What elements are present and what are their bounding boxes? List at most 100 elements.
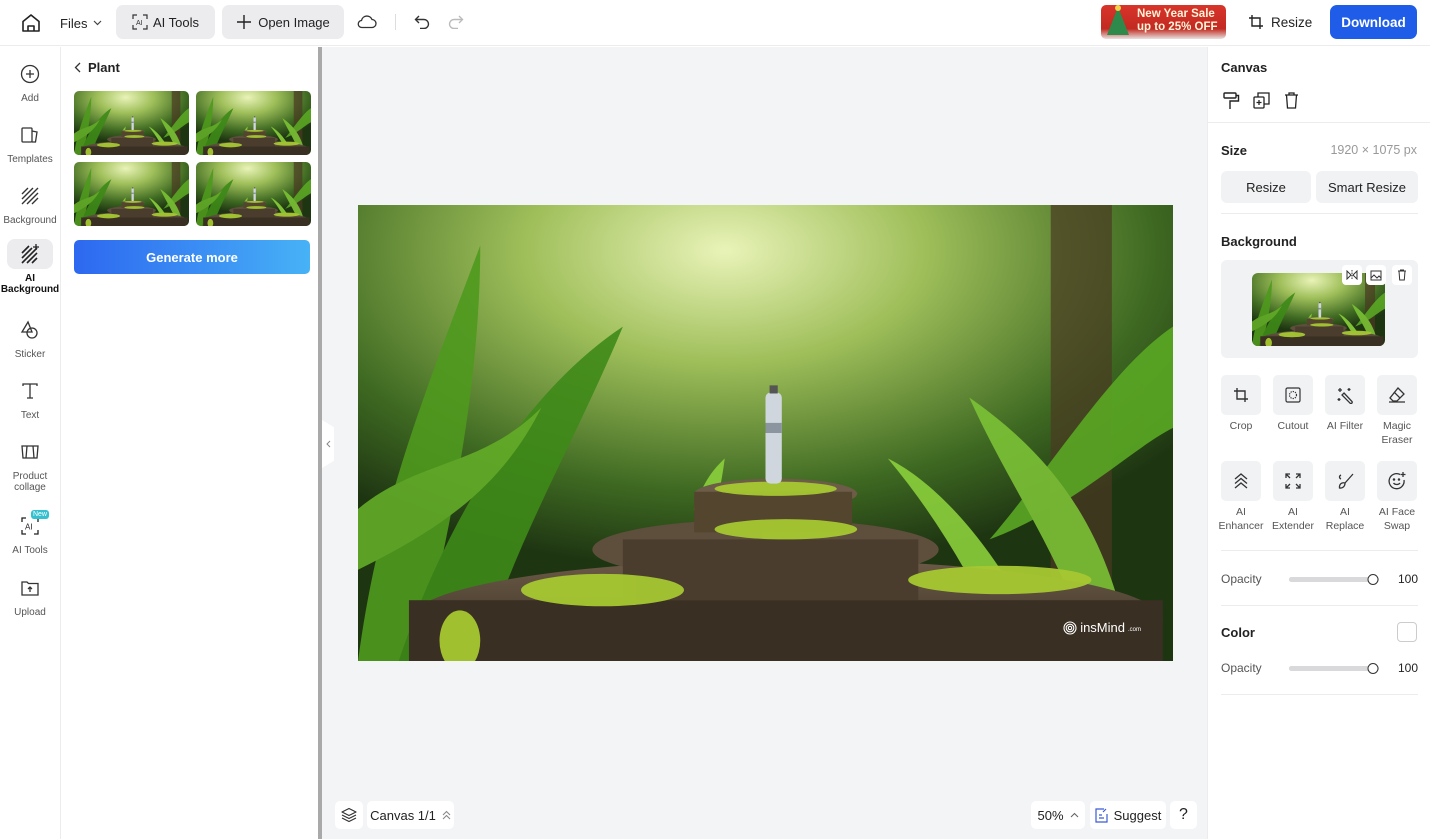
sidebar-item-ai-tools[interactable]: AI New AI Tools bbox=[0, 510, 60, 556]
plus-circle-icon bbox=[20, 64, 40, 84]
resize-canvas-button[interactable]: Resize bbox=[1221, 171, 1311, 203]
result-thumbnail-4[interactable] bbox=[196, 162, 311, 226]
suggest-button[interactable]: Suggest bbox=[1090, 801, 1166, 829]
duplicate-button[interactable] bbox=[1253, 92, 1270, 109]
jungle-scene-illustration bbox=[74, 162, 189, 226]
eraser-icon bbox=[1389, 387, 1405, 403]
generate-more-button[interactable]: Generate more bbox=[74, 240, 310, 274]
color-opacity-row: Opacity 100 bbox=[1221, 658, 1418, 678]
canvas-page-selector[interactable]: Canvas 1/1 bbox=[367, 801, 454, 829]
crop-resize-icon bbox=[1249, 15, 1263, 29]
open-image-button[interactable]: Open Image bbox=[222, 5, 344, 39]
sidebar-item-product-collage[interactable]: Product collage bbox=[0, 437, 60, 493]
jungle-scene-illustration bbox=[196, 91, 311, 155]
files-menu[interactable]: Files bbox=[60, 12, 102, 34]
background-preview-box bbox=[1221, 260, 1418, 358]
delete-canvas-button[interactable] bbox=[1284, 92, 1299, 109]
smart-resize-button[interactable]: Smart Resize bbox=[1316, 171, 1418, 203]
sidebar-item-background[interactable]: Background bbox=[0, 181, 60, 226]
scene-image bbox=[74, 91, 189, 155]
crop-tool[interactable]: Crop bbox=[1215, 375, 1267, 433]
panel-scrollbar[interactable] bbox=[318, 47, 322, 839]
opacity-value: 100 bbox=[1397, 661, 1418, 675]
svg-text:AI: AI bbox=[136, 20, 143, 27]
tool-label: Magic Eraser bbox=[1381, 420, 1413, 446]
sidebar-item-templates[interactable]: Templates bbox=[0, 120, 60, 165]
face-icon bbox=[1388, 472, 1406, 490]
result-thumbnail-1[interactable] bbox=[74, 91, 189, 155]
sidebar-item-label: Add bbox=[21, 93, 39, 104]
result-thumbnail-3[interactable] bbox=[74, 162, 189, 226]
watermark: insMind .com bbox=[1063, 620, 1141, 635]
jungle-scene-illustration bbox=[1252, 273, 1385, 346]
color-opacity-slider[interactable] bbox=[1289, 662, 1379, 674]
ai-tools-button[interactable]: AI AI Tools bbox=[116, 5, 215, 39]
chevron-double-up-icon bbox=[442, 810, 451, 820]
download-label: Download bbox=[1341, 14, 1406, 30]
replace-background-button[interactable] bbox=[1366, 265, 1386, 285]
canvas-section-title: Canvas bbox=[1221, 60, 1268, 75]
collapse-panel-handle[interactable] bbox=[322, 420, 334, 468]
sidebar-item-upload[interactable]: Upload bbox=[0, 573, 60, 618]
tool-label: AI Face Swap bbox=[1378, 506, 1416, 532]
scene-image bbox=[74, 162, 189, 226]
ai-face-swap-tool[interactable]: AI Face Swap bbox=[1371, 461, 1423, 533]
cutout-tool[interactable]: Cutout bbox=[1267, 375, 1319, 433]
plus-icon bbox=[237, 15, 252, 29]
enhance-chevrons-icon bbox=[1234, 473, 1248, 489]
chevron-left-icon bbox=[74, 62, 81, 73]
slider-knob[interactable] bbox=[1367, 573, 1379, 585]
sidebar-item-ai-background[interactable]: AI Background bbox=[0, 239, 60, 295]
delete-background-button[interactable] bbox=[1392, 265, 1412, 285]
sidebar-item-sticker[interactable]: Sticker bbox=[0, 315, 60, 360]
scene-image bbox=[1252, 273, 1385, 346]
canvas-workspace: insMind .com Canvas 1/1 50% Suggest ? bbox=[322, 47, 1207, 839]
slider-knob[interactable] bbox=[1367, 662, 1379, 674]
sidebar-item-text[interactable]: Text bbox=[0, 376, 60, 421]
background-thumbnail[interactable] bbox=[1252, 273, 1385, 346]
sidebar-item-label: AI Background bbox=[0, 273, 60, 295]
redo-button[interactable] bbox=[444, 11, 468, 33]
paint-roller-button[interactable] bbox=[1223, 92, 1240, 110]
tool-label: AI Extender bbox=[1271, 506, 1315, 532]
scene-image bbox=[358, 205, 1173, 661]
help-button[interactable]: ? bbox=[1170, 801, 1197, 829]
layers-button[interactable] bbox=[335, 801, 363, 829]
download-button[interactable]: Download bbox=[1330, 5, 1417, 39]
new-year-sale-banner[interactable]: New Year Sale up to 25% OFF bbox=[1101, 5, 1226, 39]
top-toolbar: Files AI AI Tools Open Image New Year Sa… bbox=[0, 0, 1430, 46]
watermark-suffix: .com bbox=[1127, 626, 1141, 633]
resize-button[interactable]: Resize bbox=[1248, 10, 1312, 34]
canvas-image[interactable]: insMind .com bbox=[358, 205, 1173, 661]
background-opacity-slider[interactable] bbox=[1289, 573, 1379, 585]
cloud-icon bbox=[357, 15, 377, 29]
chevron-up-icon bbox=[1070, 812, 1078, 818]
undo-button[interactable] bbox=[410, 11, 434, 33]
result-thumbnail-2[interactable] bbox=[196, 91, 311, 155]
magic-eraser-tool[interactable]: Magic Eraser bbox=[1371, 375, 1423, 447]
suggest-icon bbox=[1095, 807, 1108, 823]
background-section-title: Background bbox=[1221, 234, 1297, 249]
zoom-selector[interactable]: 50% bbox=[1031, 801, 1085, 829]
ai-replace-tool[interactable]: AI Replace bbox=[1319, 461, 1371, 533]
flip-background-button[interactable] bbox=[1342, 265, 1362, 285]
panel-back-button[interactable]: Plant bbox=[74, 60, 120, 75]
cloud-save-button[interactable] bbox=[355, 11, 379, 33]
opacity-value: 100 bbox=[1397, 572, 1418, 586]
sidebar-item-label: Product collage bbox=[12, 471, 48, 493]
help-label: ? bbox=[1179, 806, 1188, 823]
resize-label: Resize bbox=[1271, 14, 1313, 30]
ai-enhancer-tool[interactable]: AI Enhancer bbox=[1215, 461, 1267, 533]
insmind-logo-icon bbox=[1063, 620, 1077, 635]
scene-image bbox=[196, 162, 311, 226]
ai-filter-tool[interactable]: AI Filter bbox=[1319, 375, 1371, 433]
collage-icon bbox=[21, 445, 39, 459]
section-divider bbox=[1221, 605, 1418, 606]
color-swatch[interactable] bbox=[1397, 622, 1417, 642]
canvas-page-label: Canvas 1/1 bbox=[370, 807, 436, 823]
ai-extender-tool[interactable]: AI Extender bbox=[1267, 461, 1319, 533]
new-badge: New bbox=[30, 510, 49, 519]
home-button[interactable] bbox=[18, 10, 44, 36]
sidebar-item-add[interactable]: Add bbox=[0, 59, 60, 104]
flip-icon bbox=[1346, 270, 1358, 280]
